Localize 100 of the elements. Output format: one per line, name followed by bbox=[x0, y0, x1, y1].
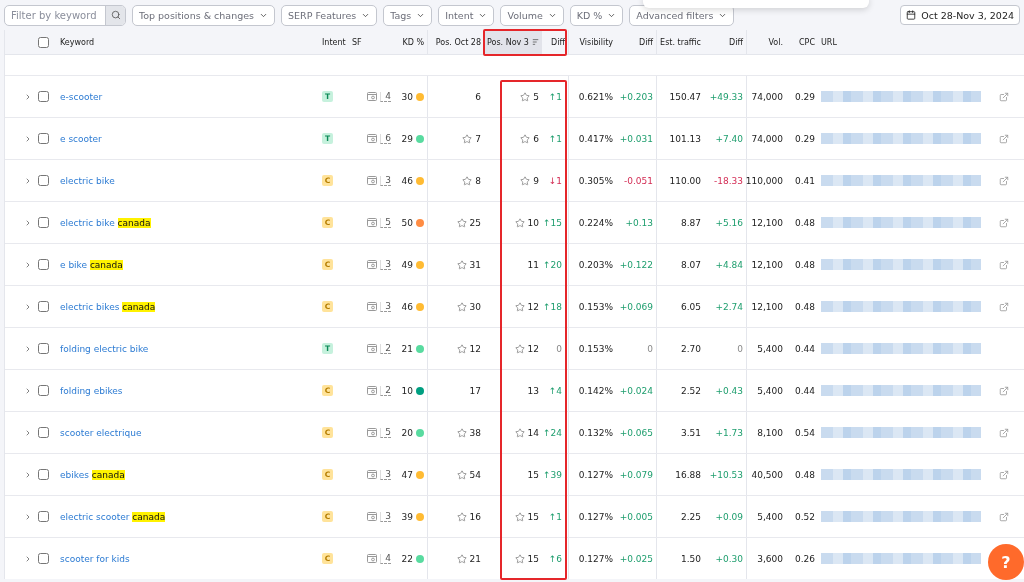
serp-feature-icon[interactable] bbox=[367, 512, 378, 521]
visibility-value: 0.153% bbox=[578, 301, 613, 312]
row-checkbox[interactable] bbox=[38, 301, 49, 312]
volume-value: 5,400 bbox=[757, 343, 783, 354]
external-link-icon[interactable] bbox=[999, 469, 1009, 480]
serp-feature-count[interactable]: 4 bbox=[380, 553, 391, 564]
keyword-link[interactable]: folding electric bike bbox=[60, 343, 149, 354]
select-all-checkbox[interactable] bbox=[38, 36, 49, 48]
serp-feature-icon[interactable] bbox=[367, 92, 378, 101]
date-range-button[interactable]: Oct 28-Nov 3, 2024 bbox=[900, 5, 1020, 25]
external-link-icon[interactable] bbox=[999, 217, 1009, 228]
search-icon[interactable] bbox=[105, 5, 125, 25]
position-diff: ↑18 bbox=[543, 301, 562, 312]
column-header[interactable]: URL bbox=[818, 30, 1024, 54]
filter-dropdown[interactable]: Intent bbox=[438, 4, 495, 26]
column-header[interactable]: Diff bbox=[704, 30, 746, 54]
filter-dropdown[interactable]: KD % bbox=[569, 4, 624, 26]
external-link-icon[interactable] bbox=[999, 259, 1009, 270]
serp-feature-icon[interactable] bbox=[367, 260, 378, 269]
serp-feature-icon[interactable] bbox=[367, 428, 378, 437]
filter-dropdown[interactable]: Top positions & changes bbox=[132, 4, 275, 26]
column-header[interactable]: Visibility bbox=[568, 30, 616, 54]
serp-feature-count[interactable]: 5 bbox=[380, 427, 391, 438]
serp-feature-icon[interactable] bbox=[367, 554, 378, 563]
serp-feature-count[interactable]: 3 bbox=[380, 175, 391, 186]
position-value: 6 bbox=[475, 91, 481, 102]
keyword-link[interactable]: e-scooter bbox=[60, 91, 103, 102]
column-header[interactable]: Est. traffic bbox=[656, 30, 704, 54]
external-link-icon[interactable] bbox=[999, 385, 1009, 396]
position-diff: 0 bbox=[556, 343, 562, 354]
position-value: 15 bbox=[527, 469, 539, 480]
serp-feature-count[interactable]: 6 bbox=[380, 133, 391, 144]
keyword-link[interactable]: electric scooter canada bbox=[60, 511, 166, 522]
keyword-link[interactable]: electric bike bbox=[60, 175, 115, 186]
position-value: 12 bbox=[527, 343, 539, 354]
serp-feature-icon[interactable] bbox=[367, 218, 378, 227]
column-header[interactable]: Keyword bbox=[57, 30, 319, 54]
column-header[interactable]: Pos. Oct 28 bbox=[427, 30, 484, 54]
visibility-diff: +0.079 bbox=[619, 469, 653, 480]
serp-feature-icon[interactable] bbox=[367, 344, 378, 353]
serp-feature-icon[interactable] bbox=[367, 470, 378, 479]
serp-feature-count[interactable]: 5 bbox=[380, 217, 391, 228]
column-header[interactable]: Vol. bbox=[746, 30, 786, 54]
kd-value: 20 bbox=[401, 427, 413, 438]
serp-feature-count[interactable]: 2 bbox=[380, 343, 391, 354]
row-checkbox[interactable] bbox=[38, 427, 49, 438]
external-link-icon[interactable] bbox=[999, 133, 1009, 144]
serp-feature-count[interactable]: 2 bbox=[380, 385, 391, 396]
keyword-link[interactable]: folding ebikes bbox=[60, 385, 123, 396]
position-value: 31 bbox=[469, 259, 481, 270]
row-checkbox[interactable] bbox=[38, 511, 49, 522]
kd-value: 46 bbox=[401, 301, 413, 312]
external-link-icon[interactable] bbox=[999, 175, 1009, 186]
traffic-diff: +4.84 bbox=[715, 259, 743, 270]
traffic-value: 101.13 bbox=[669, 133, 701, 144]
position-diff: ↑1 bbox=[548, 133, 562, 144]
keyword-link[interactable]: scooter for kids bbox=[60, 553, 130, 564]
column-header[interactable]: Intent bbox=[319, 30, 349, 54]
row-checkbox[interactable] bbox=[38, 469, 49, 480]
row-checkbox[interactable] bbox=[38, 91, 49, 102]
row-checkbox[interactable] bbox=[38, 343, 49, 354]
traffic-diff: -18.33 bbox=[714, 175, 743, 186]
column-header[interactable]: KD % bbox=[394, 30, 427, 54]
serp-feature-count[interactable]: 3 bbox=[380, 259, 391, 270]
position-value: 7 bbox=[475, 133, 481, 144]
keyword-link[interactable]: electric bike canada bbox=[60, 217, 151, 228]
serp-feature-count[interactable]: 4 bbox=[380, 91, 391, 102]
position-value: 38 bbox=[469, 427, 481, 438]
external-link-icon[interactable] bbox=[999, 511, 1009, 522]
column-header[interactable]: Diff bbox=[542, 30, 568, 54]
filter-dropdown[interactable]: Tags bbox=[383, 4, 433, 26]
column-header[interactable]: CPC bbox=[786, 30, 818, 54]
column-header[interactable]: Diff bbox=[616, 30, 656, 54]
external-link-icon[interactable] bbox=[999, 427, 1009, 438]
row-checkbox[interactable] bbox=[38, 175, 49, 186]
keyword-link[interactable]: electric bikes canada bbox=[60, 301, 156, 312]
keyword-link[interactable]: e scooter bbox=[60, 133, 102, 144]
filter-dropdown[interactable]: SERP Features bbox=[281, 4, 378, 26]
keyword-link[interactable]: scooter electrique bbox=[60, 427, 142, 438]
volume-value: 5,400 bbox=[757, 511, 783, 522]
serp-feature-icon[interactable] bbox=[367, 386, 378, 395]
external-link-icon[interactable] bbox=[999, 301, 1009, 312]
serp-feature-icon[interactable] bbox=[367, 134, 378, 143]
row-checkbox[interactable] bbox=[38, 217, 49, 228]
row-checkbox[interactable] bbox=[38, 259, 49, 270]
serp-feature-count[interactable]: 3 bbox=[380, 469, 391, 480]
serp-feature-icon[interactable] bbox=[367, 302, 378, 311]
filter-dropdown[interactable]: Volume bbox=[500, 4, 564, 26]
serp-feature-count[interactable]: 3 bbox=[380, 301, 391, 312]
visibility-diff: +0.122 bbox=[619, 259, 653, 270]
external-link-icon[interactable] bbox=[999, 91, 1009, 102]
row-checkbox[interactable] bbox=[38, 133, 49, 144]
row-checkbox[interactable] bbox=[38, 553, 49, 564]
serp-feature-count[interactable]: 3 bbox=[380, 511, 391, 522]
visibility-diff: -0.051 bbox=[624, 175, 653, 186]
row-checkbox[interactable] bbox=[38, 385, 49, 396]
column-header[interactable]: SF bbox=[349, 30, 394, 54]
search-field[interactable]: Filter by keyword bbox=[4, 4, 126, 26]
serp-feature-icon[interactable] bbox=[367, 176, 378, 185]
visibility-diff: +0.005 bbox=[619, 511, 653, 522]
